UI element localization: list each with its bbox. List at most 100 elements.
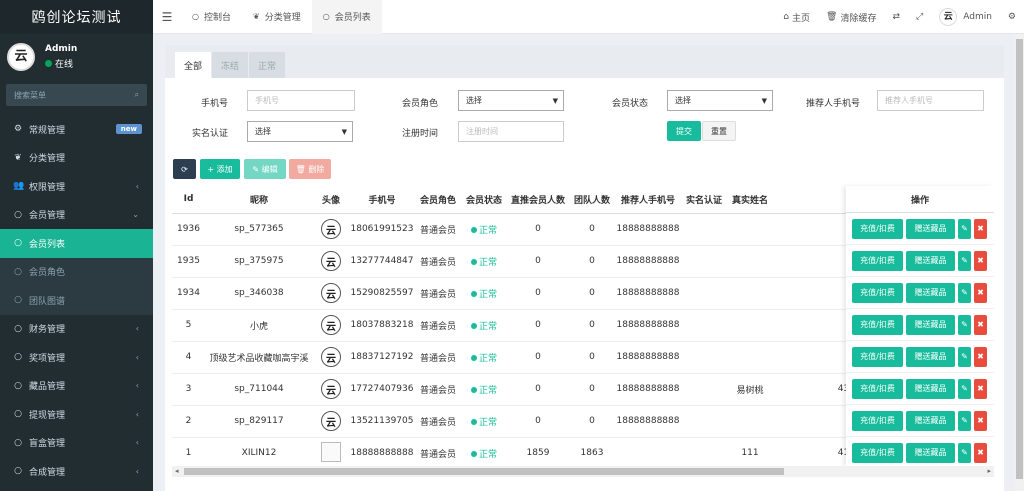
settings-button[interactable]: ⚙: [1000, 12, 1024, 22]
realname-select[interactable]: 选择 ▼: [247, 121, 353, 142]
edit-row-button[interactable]: ✎: [958, 314, 971, 335]
gift-item-button[interactable]: 赠送藏品: [906, 218, 955, 239]
sidebar-item-0[interactable]: ⚙ 常规管理 new: [0, 115, 153, 144]
role-select[interactable]: 选择 ▼: [458, 90, 564, 111]
sidebar-item-11[interactable]: ○ 盲盒管理 ‹: [0, 429, 153, 458]
sidebar-item-12[interactable]: ○ 合成管理 ‹: [0, 457, 153, 486]
brand-title[interactable]: 鸥创论坛测试: [0, 0, 153, 34]
delete-row-button[interactable]: ✖: [974, 282, 987, 303]
vertical-scroll-thumb[interactable]: [1016, 39, 1023, 479]
horizontal-scrollbar[interactable]: ◂ ▸: [172, 466, 994, 477]
tab-frozen[interactable]: 冻结: [212, 52, 249, 78]
menu-toggle-icon[interactable]: ☰: [153, 10, 181, 24]
sidebar-item-3[interactable]: ○ 会员管理 ⌄: [0, 201, 153, 230]
edit-row-button[interactable]: ✎: [958, 250, 971, 271]
column-header[interactable]: 推荐人手机号: [615, 186, 681, 214]
phone-input[interactable]: 手机号: [247, 90, 355, 111]
edit-row-button[interactable]: ✎: [958, 218, 971, 239]
add-button[interactable]: + 添加: [200, 159, 240, 179]
circle-icon: ○: [14, 323, 22, 334]
delete-button[interactable]: 🗑 删除: [289, 159, 331, 179]
column-header[interactable]: 头像: [313, 186, 349, 214]
admin-menu[interactable]: 云 Admin: [931, 8, 1000, 26]
fullscreen-icon: ⤢: [916, 12, 924, 22]
cell-direct: 0: [507, 373, 569, 406]
column-header[interactable]: Id: [172, 186, 205, 214]
gift-item-button[interactable]: 赠送藏品: [906, 410, 955, 431]
scroll-left-icon[interactable]: ◂: [175, 467, 179, 475]
delete-row-button[interactable]: ✖: [974, 250, 987, 271]
tab-2[interactable]: ○ 会员列表: [311, 0, 382, 34]
translate-button[interactable]: ⇄: [884, 12, 908, 22]
edit-row-button[interactable]: ✎: [958, 378, 971, 399]
sidebar-item-2[interactable]: 👥 权限管理 ‹: [0, 172, 153, 201]
edit-row-button[interactable]: ✎: [958, 282, 971, 303]
edit-row-button[interactable]: ✎: [958, 410, 971, 431]
sidebar-item-7[interactable]: ○ 财务管理 ‹: [0, 315, 153, 344]
gift-item-button[interactable]: 赠送藏品: [906, 442, 955, 463]
column-header[interactable]: 昵称: [205, 186, 313, 214]
recharge-button[interactable]: 充值/扣费: [852, 442, 903, 463]
recharge-button[interactable]: 充值/扣费: [852, 250, 903, 271]
cell-role: 普通会员: [415, 277, 461, 310]
home-link[interactable]: ⌂ 主页: [775, 11, 818, 24]
column-header[interactable]: 会员角色: [415, 186, 461, 214]
refresh-button[interactable]: ⟳: [173, 159, 196, 179]
column-header[interactable]: 实名认证: [681, 186, 727, 214]
gift-item-button[interactable]: 赠送藏品: [906, 282, 955, 303]
recharge-button[interactable]: 充值/扣费: [852, 218, 903, 239]
status-select[interactable]: 选择 ▼: [667, 90, 773, 111]
horizontal-scroll-thumb[interactable]: [184, 468, 784, 475]
edit-row-button[interactable]: ✎: [958, 346, 971, 367]
gift-item-button[interactable]: 赠送藏品: [906, 250, 955, 271]
column-header[interactable]: 手机号: [349, 186, 415, 214]
column-header[interactable]: 团队人数: [569, 186, 615, 214]
delete-row-button[interactable]: ✖: [974, 410, 987, 431]
delete-row-button[interactable]: ✖: [974, 218, 987, 239]
delete-row-button[interactable]: ✖: [974, 346, 987, 367]
edit-button[interactable]: ✎ 编辑: [244, 159, 286, 179]
cell-auth: [681, 341, 727, 374]
recharge-button[interactable]: 充值/扣费: [852, 346, 903, 367]
tab-1[interactable]: ❦ 分类管理: [242, 0, 312, 34]
sidebar-item-6[interactable]: ○ 团队图谱: [0, 286, 153, 315]
column-header[interactable]: 直推会员人数: [507, 186, 569, 214]
recharge-button[interactable]: 充值/扣费: [852, 282, 903, 303]
sidebar-search-input[interactable]: 搜索菜单 ⌕: [6, 84, 147, 106]
column-header[interactable]: 真实姓名: [727, 186, 773, 214]
tab-all[interactable]: 全部: [175, 52, 212, 78]
column-header[interactable]: 会员状态: [461, 186, 507, 214]
sidebar-item-5[interactable]: ○ 会员角色: [0, 257, 153, 286]
scroll-right-icon[interactable]: ▸: [987, 467, 991, 475]
sidebar-item-1[interactable]: ❦ 分类管理: [0, 144, 153, 173]
gift-item-button[interactable]: 赠送藏品: [906, 314, 955, 335]
delete-row-button[interactable]: ✖: [974, 378, 987, 399]
delete-row-button[interactable]: ✖: [974, 442, 987, 463]
vertical-scrollbar[interactable]: [1015, 34, 1024, 491]
delete-row-button[interactable]: ✖: [974, 314, 987, 335]
referrer-input[interactable]: 推荐人手机号: [877, 90, 984, 111]
regtime-input[interactable]: 注册时间: [458, 121, 564, 142]
chevron-icon: ‹: [135, 438, 139, 448]
avatar: 云: [321, 379, 341, 399]
reset-button[interactable]: 重置: [702, 121, 736, 141]
translate-icon: ⇄: [892, 12, 901, 22]
gift-item-button[interactable]: 赠送藏品: [906, 378, 955, 399]
sidebar-item-9[interactable]: ○ 藏品管理 ‹: [0, 372, 153, 401]
recharge-button[interactable]: 充值/扣费: [852, 410, 903, 431]
clear-cache-button[interactable]: 🗑 清除缓存: [818, 11, 884, 24]
fullscreen-button[interactable]: ⤢: [908, 12, 931, 22]
recharge-button[interactable]: 充值/扣费: [852, 314, 903, 335]
avatar-cell: 云: [313, 277, 349, 310]
tab-normal[interactable]: 正常: [249, 52, 286, 78]
submit-button[interactable]: 提交: [667, 121, 701, 141]
sidebar-item-10[interactable]: ○ 提现管理 ‹: [0, 400, 153, 429]
circle-icon: ○: [14, 238, 22, 249]
edit-row-button[interactable]: ✎: [958, 442, 971, 463]
tab-0[interactable]: ○ 控制台: [181, 0, 242, 34]
sidebar-item-4[interactable]: ○ 会员列表: [0, 229, 153, 258]
cell-auth: [681, 373, 727, 406]
recharge-button[interactable]: 充值/扣费: [852, 378, 903, 399]
gift-item-button[interactable]: 赠送藏品: [906, 346, 955, 367]
sidebar-item-8[interactable]: ○ 奖项管理 ‹: [0, 343, 153, 372]
